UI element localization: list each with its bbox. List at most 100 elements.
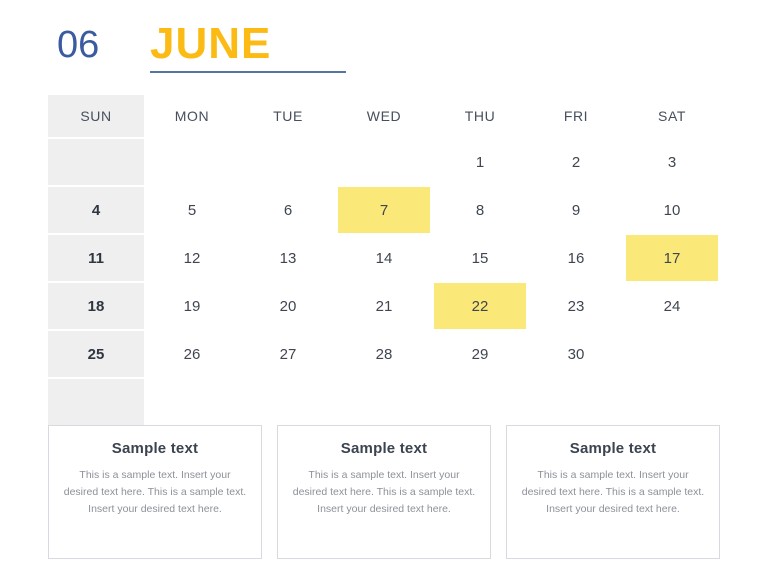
day-number: 19	[183, 297, 201, 315]
note-card-title: Sample text	[569, 440, 657, 457]
day-cell[interactable]: 3	[624, 139, 720, 185]
day-cell[interactable]: 27	[240, 331, 336, 377]
note-card-body: This is a sample text. Insert your desir…	[521, 469, 705, 515]
day-number: 10	[663, 201, 681, 219]
note-card[interactable]: Sample text This is a sample text. Inser…	[277, 425, 491, 559]
day-cell[interactable]	[336, 139, 432, 185]
weekday-label: THU	[464, 108, 496, 124]
day-cell[interactable]: 4	[48, 187, 144, 233]
weekday-label: WED	[366, 108, 402, 124]
weekday-header-row: SUN MON TUE WED THU FRI SAT	[48, 95, 720, 137]
day-cell[interactable]	[336, 379, 432, 425]
day-number: 29	[471, 345, 489, 363]
day-number: 6	[283, 201, 293, 219]
weekday-label: FRI	[563, 108, 589, 124]
day-cell[interactable]	[48, 379, 144, 425]
day-cell[interactable]	[240, 139, 336, 185]
weekday-header-sat: SAT	[624, 95, 720, 137]
day-number: 17	[663, 249, 681, 267]
weekday-header-tue: TUE	[240, 95, 336, 137]
day-number: 23	[567, 297, 585, 315]
day-cell[interactable]: 9	[528, 187, 624, 233]
day-number: 18	[87, 297, 105, 315]
day-cell[interactable]: 24	[624, 283, 720, 329]
day-number: 1	[475, 153, 485, 171]
day-number: 14	[375, 249, 393, 267]
day-number: 27	[279, 345, 297, 363]
day-number: 26	[183, 345, 201, 363]
day-cell[interactable]: 10	[624, 187, 720, 233]
day-cell[interactable]: 13	[240, 235, 336, 281]
day-cell[interactable]	[624, 331, 720, 377]
day-cell[interactable]	[48, 139, 144, 185]
day-number: 25	[87, 345, 105, 363]
day-number: 4	[91, 201, 101, 219]
day-number: 13	[279, 249, 297, 267]
day-cell[interactable]: 21	[336, 283, 432, 329]
note-card-title: Sample text	[111, 440, 199, 457]
day-number: 8	[475, 201, 485, 219]
weekday-header-wed: WED	[336, 95, 432, 137]
day-number: 7	[379, 201, 389, 219]
day-cell[interactable]: 2	[528, 139, 624, 185]
weekday-header-fri: FRI	[528, 95, 624, 137]
calendar-week-row: 1 2 3	[48, 139, 720, 185]
day-cell[interactable]	[144, 379, 240, 425]
weekday-header-mon: MON	[144, 95, 240, 137]
day-cell[interactable]: 8	[432, 187, 528, 233]
note-card-body: This is a sample text. Insert your desir…	[292, 469, 476, 515]
calendar-week-row	[48, 379, 720, 425]
weekday-header-thu: THU	[432, 95, 528, 137]
day-cell[interactable]: 11	[48, 235, 144, 281]
day-cell[interactable]: 6	[240, 187, 336, 233]
calendar-week-row: 11 12 13 14 15 16 17	[48, 235, 720, 281]
month-name: JUNE	[150, 19, 272, 68]
day-number: 2	[571, 153, 581, 171]
day-cell[interactable]: 29	[432, 331, 528, 377]
day-number: 5	[187, 201, 197, 219]
day-number: 9	[571, 201, 581, 219]
note-card-title: Sample text	[340, 440, 428, 457]
day-cell[interactable]: 30	[528, 331, 624, 377]
weekday-label: SAT	[658, 108, 686, 124]
weekday-label: SUN	[80, 108, 112, 124]
day-cell-highlighted[interactable]: 17	[624, 235, 720, 281]
day-cell[interactable]	[624, 379, 720, 425]
note-card[interactable]: Sample text This is a sample text. Inser…	[506, 425, 720, 559]
day-cell[interactable]: 14	[336, 235, 432, 281]
day-number: 28	[375, 345, 393, 363]
day-number: 16	[567, 249, 585, 267]
day-cell[interactable]: 28	[336, 331, 432, 377]
day-number: 12	[183, 249, 201, 267]
day-cell[interactable]: 15	[432, 235, 528, 281]
calendar-slide: 06 JUNE SUN MON TUE WED THU FRI SAT 1 2 …	[0, 0, 768, 576]
day-cell[interactable]: 5	[144, 187, 240, 233]
day-number: 20	[279, 297, 297, 315]
calendar-grid: SUN MON TUE WED THU FRI SAT 1 2 3 4 5 6 …	[48, 95, 720, 427]
day-cell-highlighted[interactable]: 7	[336, 187, 432, 233]
day-cell[interactable]: 19	[144, 283, 240, 329]
note-card-body: This is a sample text. Insert your desir…	[63, 469, 247, 515]
day-cell[interactable]	[240, 379, 336, 425]
day-cell[interactable]: 23	[528, 283, 624, 329]
day-cell[interactable]: 18	[48, 283, 144, 329]
day-number: 30	[567, 345, 585, 363]
day-cell-highlighted[interactable]: 22	[432, 283, 528, 329]
day-cell[interactable]: 25	[48, 331, 144, 377]
day-cell[interactable]: 1	[432, 139, 528, 185]
weekday-label: TUE	[273, 108, 303, 124]
day-number: 24	[663, 297, 681, 315]
note-card[interactable]: Sample text This is a sample text. Inser…	[48, 425, 262, 559]
day-number: 11	[88, 249, 104, 267]
calendar-week-row: 18 19 20 21 22 23 24	[48, 283, 720, 329]
day-cell[interactable]: 20	[240, 283, 336, 329]
day-cell[interactable]: 12	[144, 235, 240, 281]
day-number: 3	[667, 153, 677, 171]
day-cell[interactable]	[528, 379, 624, 425]
day-cell[interactable]	[432, 379, 528, 425]
calendar-header: 06 JUNE	[0, 0, 768, 92]
weekday-label: MON	[174, 108, 210, 124]
day-cell[interactable]: 16	[528, 235, 624, 281]
day-cell[interactable]: 26	[144, 331, 240, 377]
day-cell[interactable]	[144, 139, 240, 185]
